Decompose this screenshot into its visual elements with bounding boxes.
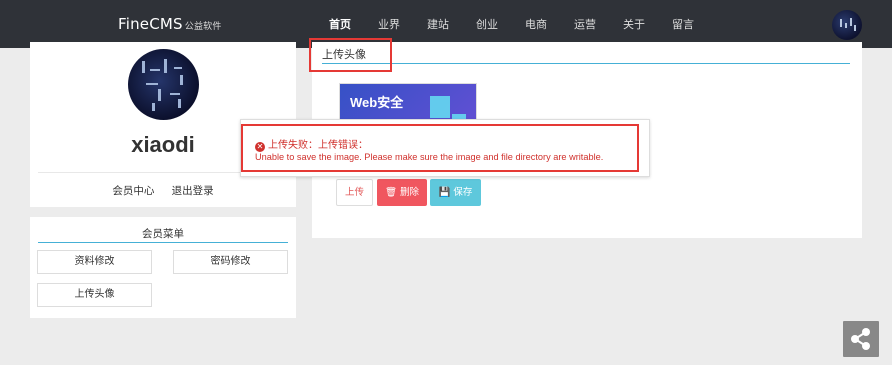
top-navbar: FineCMS 公益软件 首页 业界 建站 创业 电商 运营 关于 留言 (0, 0, 892, 48)
divider (322, 63, 850, 64)
change-password-button[interactable]: 密码修改 (173, 250, 288, 274)
nav-item-message[interactable]: 留言 (661, 0, 705, 48)
upload-button[interactable]: 上传 (336, 179, 373, 206)
annotation-box-title (309, 38, 392, 72)
nav-item-ecommerce[interactable]: 电商 (514, 0, 558, 48)
member-center-link[interactable]: 会员中心 (112, 185, 154, 197)
upload-avatar-menu-button[interactable]: 上传头像 (37, 283, 152, 307)
share-button[interactable] (843, 321, 879, 357)
user-avatar[interactable] (832, 10, 862, 40)
trash-icon: 🗑 (384, 187, 397, 198)
divider (38, 242, 288, 243)
logout-link[interactable]: 退出登录 (172, 185, 214, 197)
brand-subtitle: 公益软件 (184, 22, 222, 32)
profile-avatar (128, 49, 199, 120)
nav-item-about[interactable]: 关于 (612, 0, 656, 48)
brand-name: FineCMS (118, 15, 183, 33)
delete-label: 删除 (400, 187, 420, 198)
share-icon (851, 328, 870, 350)
member-menu-card: 会员菜单 资料修改 密码修改 上传头像 (30, 217, 296, 318)
floppy-disk-icon: 💾 (438, 187, 451, 198)
save-label: 保存 (453, 187, 473, 198)
preview-text: Web安全 (350, 95, 404, 110)
nav-item-website[interactable]: 建站 (416, 0, 460, 48)
save-button[interactable]: 💾 保存 (430, 179, 481, 206)
profile-links: 会员中心 退出登录 (30, 183, 296, 198)
edit-profile-button[interactable]: 资料修改 (37, 250, 152, 274)
brand-logo[interactable]: FineCMS 公益软件 (118, 15, 222, 33)
delete-button[interactable]: 🗑 删除 (377, 179, 427, 206)
member-menu-title: 会员菜单 (142, 228, 184, 240)
nav-item-startup[interactable]: 创业 (465, 0, 509, 48)
annotation-box-error (241, 124, 639, 172)
nav-item-operations[interactable]: 运营 (563, 0, 607, 48)
